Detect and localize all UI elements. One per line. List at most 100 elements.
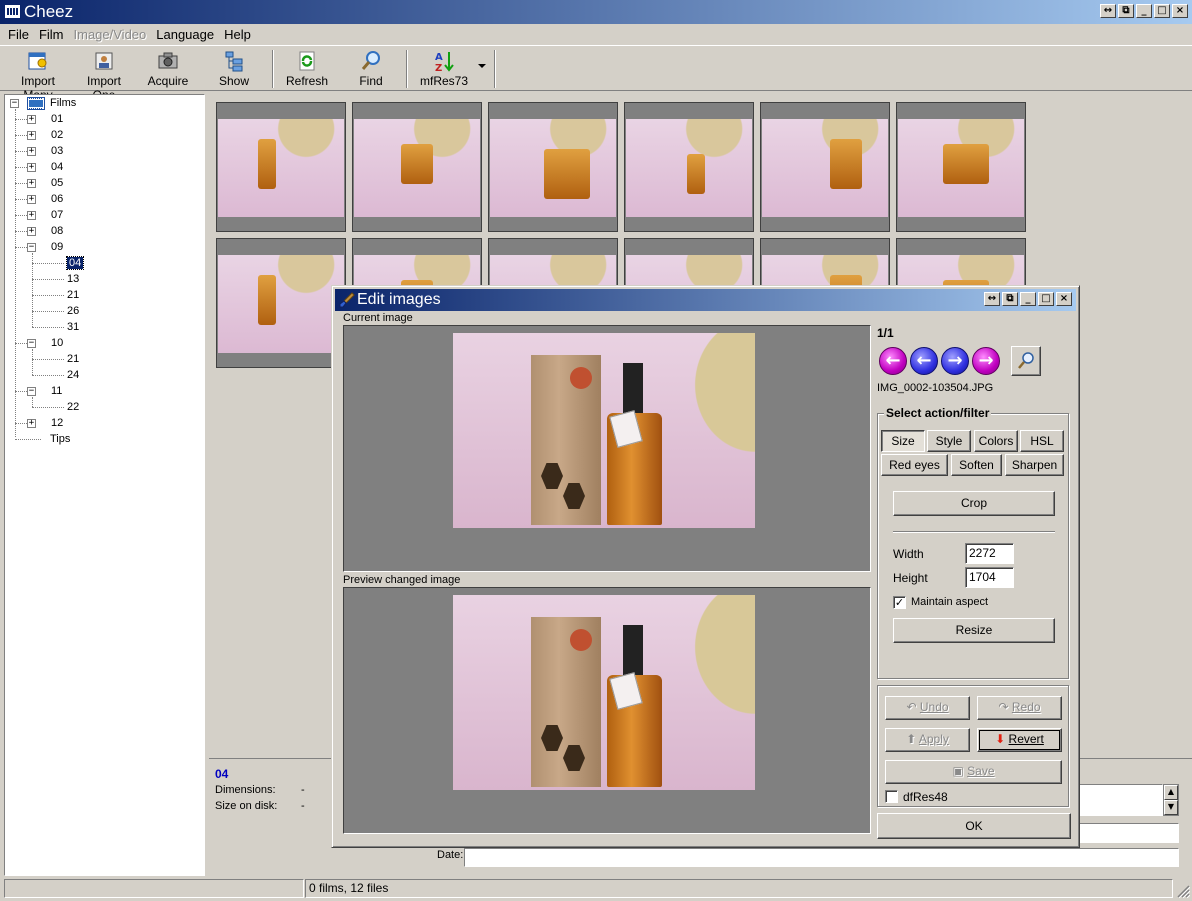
apply-button[interactable]: ⬆ Apply (885, 728, 970, 752)
first-image-button[interactable]: ← (879, 347, 907, 375)
find-button[interactable]: Find (351, 48, 391, 90)
expand-icon[interactable]: + (27, 131, 36, 140)
ok-button[interactable]: OK (877, 813, 1071, 839)
scroll-down-icon[interactable]: ▼ (1164, 800, 1178, 815)
expand-icon[interactable]: + (27, 163, 36, 172)
expand-icon[interactable]: + (27, 227, 36, 236)
restore-arrows-icon[interactable]: ↔ (984, 292, 1000, 306)
tree-film-05[interactable]: 05 (51, 175, 63, 191)
tree-film-01[interactable]: 01 (51, 111, 63, 127)
thumbnail[interactable] (352, 102, 482, 232)
date-field[interactable] (464, 848, 1179, 867)
previous-image-button[interactable]: ← (910, 347, 938, 375)
redo-button[interactable]: ↷ Redo (977, 696, 1062, 720)
collapse-icon[interactable]: − (27, 339, 36, 348)
minimize-button[interactable]: _ (1020, 292, 1036, 306)
comment-field[interactable] (1079, 784, 1163, 816)
tree-film-10[interactable]: 10 (51, 335, 63, 351)
save-button[interactable]: ▣ Save (885, 760, 1062, 784)
menu-image-video[interactable]: Image/Video (70, 24, 153, 44)
menu-help[interactable]: Help (220, 24, 257, 44)
menu-film[interactable]: Film (35, 24, 70, 44)
expand-icon[interactable]: + (27, 195, 36, 204)
collapse-icon[interactable]: − (27, 387, 36, 396)
tree-film-09-item[interactable]: 31 (67, 319, 79, 335)
zoom-button[interactable] (1011, 346, 1041, 376)
thumbnail[interactable] (216, 102, 346, 232)
tree-film-10-item[interactable]: 24 (67, 367, 79, 383)
width-input[interactable]: 2272 (965, 543, 1014, 564)
tab-hsl[interactable]: HSL (1020, 430, 1064, 452)
sort-button[interactable]: AZ mfRes73 (418, 48, 470, 90)
tree-film-12[interactable]: 12 (51, 415, 63, 431)
dfres-checkbox[interactable] (885, 790, 898, 803)
tab-sharpen[interactable]: Sharpen (1005, 454, 1064, 476)
thumbnail[interactable] (760, 102, 890, 232)
resize-grip-icon[interactable] (1176, 884, 1190, 898)
tree-film-08[interactable]: 08 (51, 223, 63, 239)
import-one-button[interactable]: Import One (74, 48, 134, 102)
tree-film-09-item[interactable]: 21 (67, 287, 79, 303)
height-input[interactable]: 1704 (965, 567, 1014, 588)
dialog-titlebar[interactable]: Edit images ↔ ⧉ _ □ × (335, 289, 1076, 311)
import-many-icon (28, 52, 47, 70)
film-tree[interactable]: − Films +01 +02 +03 +04 +05 +06 +07 +08 − 09 04… (4, 94, 205, 876)
tree-film-03[interactable]: 03 (51, 143, 63, 159)
expand-icon[interactable]: + (27, 419, 36, 428)
tree-root-films[interactable]: Films (50, 95, 76, 111)
show-button[interactable]: Show (212, 48, 256, 90)
close-button[interactable]: × (1172, 4, 1188, 18)
stay-on-top-icon[interactable]: ⧉ (1118, 4, 1134, 18)
tree-film-10-item[interactable]: 21 (67, 351, 79, 367)
thumbnail[interactable] (488, 102, 618, 232)
undo-button[interactable]: ↶ Undo (885, 696, 970, 720)
tree-film-04[interactable]: 04 (51, 159, 63, 175)
acquire-button[interactable]: Acquire (144, 48, 192, 90)
comment-scrollbar[interactable]: ▲ ▼ (1163, 784, 1179, 816)
restore-arrows-icon[interactable]: ↔ (1100, 4, 1116, 18)
expand-icon[interactable]: + (27, 115, 36, 124)
scroll-up-icon[interactable]: ▲ (1164, 785, 1178, 800)
tree-film-09-item[interactable]: 04 (65, 255, 85, 271)
tree-film-09-item[interactable]: 13 (67, 271, 79, 287)
minimize-button[interactable]: _ (1136, 4, 1152, 18)
thumbnail[interactable] (624, 102, 754, 232)
thumbnail[interactable] (896, 102, 1026, 232)
menu-file[interactable]: File (4, 24, 35, 44)
collapse-icon[interactable]: − (27, 243, 36, 252)
resize-button[interactable]: Resize (893, 618, 1055, 643)
close-button[interactable]: × (1056, 292, 1072, 306)
tab-size[interactable]: Size (881, 430, 925, 452)
import-many-button[interactable]: Import Many (6, 48, 70, 102)
tree-film-09-item[interactable]: 26 (67, 303, 79, 319)
sort-dropdown-arrow[interactable] (478, 64, 486, 68)
tab-red-eyes[interactable]: Red eyes (881, 454, 948, 476)
title-field[interactable] (1079, 823, 1179, 843)
tree-film-02[interactable]: 02 (51, 127, 63, 143)
next-image-button[interactable]: → (941, 347, 969, 375)
revert-button[interactable]: ⬇ Revert (977, 728, 1062, 752)
expand-icon[interactable]: + (27, 179, 36, 188)
maintain-aspect-checkbox[interactable]: ✓ (893, 596, 906, 609)
maximize-button[interactable]: □ (1154, 4, 1170, 18)
refresh-button[interactable]: Refresh (283, 48, 331, 90)
tree-film-09[interactable]: 09 (51, 239, 63, 255)
thumbnail[interactable] (216, 238, 346, 368)
tree-film-07[interactable]: 07 (51, 207, 63, 223)
tree-film-06[interactable]: 06 (51, 191, 63, 207)
expand-icon[interactable]: + (27, 211, 36, 220)
tab-style[interactable]: Style (927, 430, 971, 452)
menu-language[interactable]: Language (152, 24, 220, 44)
tree-film-11[interactable]: 11 (51, 383, 62, 399)
collapse-icon[interactable]: − (10, 99, 19, 108)
main-titlebar[interactable]: Cheez ↔ ⧉ _ □ × (0, 0, 1192, 24)
expand-icon[interactable]: + (27, 147, 36, 156)
tree-tips[interactable]: Tips (50, 431, 70, 447)
last-image-button[interactable]: → (972, 347, 1000, 375)
stay-on-top-icon[interactable]: ⧉ (1002, 292, 1018, 306)
tree-film-11-item[interactable]: 22 (67, 399, 79, 415)
crop-button[interactable]: Crop (893, 491, 1055, 516)
maximize-button[interactable]: □ (1038, 292, 1054, 306)
tab-colors[interactable]: Colors (974, 430, 1018, 452)
tab-soften[interactable]: Soften (951, 454, 1002, 476)
